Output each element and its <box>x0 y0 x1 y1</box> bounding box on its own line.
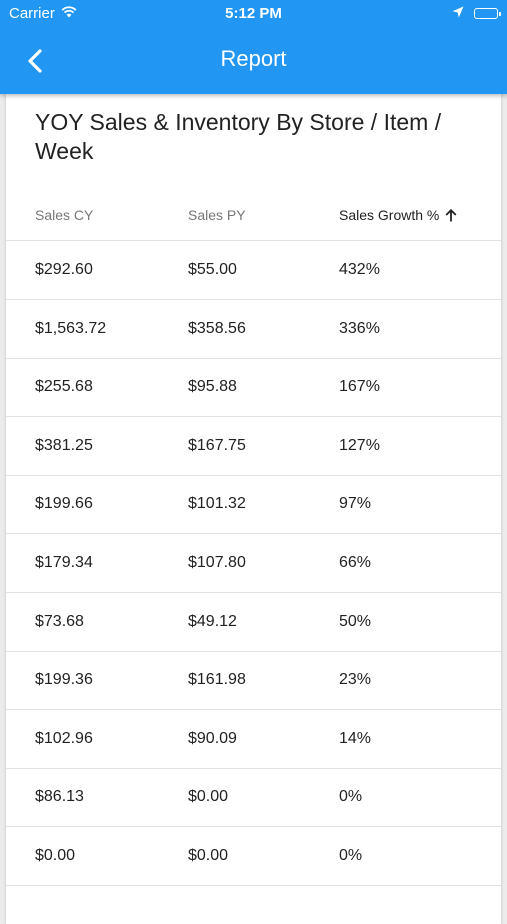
cell-sales-py: $358.56 <box>188 319 246 337</box>
status-bar: Carrier 5:12 PM <box>0 0 507 28</box>
table-header: Sales CY Sales PY Sales Growth % <box>6 190 501 241</box>
table-row[interactable]: $255.68 $95.88 167% <box>6 358 501 418</box>
cell-sales-cy: $292.60 <box>35 261 93 278</box>
cell-sales-growth: 432% <box>339 261 380 278</box>
cell-sales-growth: 50% <box>339 612 372 630</box>
status-time: 5:12 PM <box>225 5 282 22</box>
table-row[interactable]: $179.34 $107.80 66% <box>6 534 501 593</box>
column-header-sales-cy[interactable]: Sales CY <box>35 190 93 240</box>
cell-sales-cy: $255.68 <box>35 378 93 396</box>
table-row[interactable]: $102.96 $90.09 14% <box>6 710 501 769</box>
cell-sales-py: $161.98 <box>188 671 246 689</box>
table-row[interactable]: $292.60 $55.00 432% <box>6 241 501 300</box>
report-card: YOY Sales & Inventory By Store / Item / … <box>6 94 501 924</box>
table-row[interactable]: $199.66 $101.32 97% <box>6 475 501 535</box>
sort-arrow-up-icon <box>445 208 457 221</box>
cell-sales-growth: 97% <box>339 495 372 513</box>
table-row[interactable]: $73.68 $49.12 50% <box>6 593 501 652</box>
column-header-sales-py[interactable]: Sales PY <box>188 190 246 240</box>
cell-sales-growth: 336% <box>339 319 380 337</box>
cell-sales-growth: 127% <box>339 436 380 454</box>
cell-sales-py: $95.88 <box>188 378 237 396</box>
table-row[interactable]: $1,563.72 $358.56 336% <box>6 300 501 359</box>
cell-sales-cy: $73.68 <box>35 612 84 630</box>
cell-sales-cy: $381.25 <box>35 436 93 454</box>
table-row[interactable]: $381.25 $167.75 127% <box>6 417 501 476</box>
location-arrow-icon <box>452 5 464 22</box>
battery-icon <box>474 8 501 19</box>
app-bar: Carrier 5:12 PM Report <box>0 0 507 94</box>
cell-sales-growth: 0% <box>339 847 363 864</box>
table-row[interactable]: $86.13 $0.00 0% <box>6 768 501 828</box>
cell-sales-growth: 23% <box>339 671 372 689</box>
cell-sales-py: $0.00 <box>188 847 229 864</box>
cell-sales-cy: $199.36 <box>35 671 93 689</box>
table-row[interactable]: $0.00 $0.00 0% <box>6 827 501 886</box>
column-header-sales-growth[interactable]: Sales Growth % <box>339 190 457 240</box>
page-title: Report <box>220 46 287 71</box>
cell-sales-cy: $102.96 <box>35 729 93 747</box>
cell-sales-cy: $199.66 <box>35 495 93 513</box>
cell-sales-cy: $86.13 <box>35 788 84 806</box>
cell-sales-growth: 14% <box>339 729 372 747</box>
cell-sales-py: $167.75 <box>188 436 246 454</box>
cell-sales-cy: $0.00 <box>35 847 76 864</box>
cell-sales-py: $49.12 <box>188 612 237 630</box>
cell-sales-py: $101.32 <box>188 495 246 513</box>
table-row[interactable]: $199.36 $161.98 23% <box>6 651 501 711</box>
cell-sales-py: $90.09 <box>188 729 237 747</box>
column-header-label: Sales Growth % <box>339 207 440 223</box>
cell-sales-cy: $179.34 <box>35 554 93 571</box>
cell-sales-growth: 0% <box>339 788 363 806</box>
cell-sales-py: $107.80 <box>188 554 246 571</box>
report-title: YOY Sales & Inventory By Store / Item / … <box>35 109 442 164</box>
cell-sales-growth: 167% <box>339 378 380 396</box>
cell-sales-py: $0.00 <box>188 788 229 806</box>
cell-sales-py: $55.00 <box>188 261 237 278</box>
cell-sales-growth: 66% <box>339 554 372 571</box>
cell-sales-cy: $1,563.72 <box>35 319 107 337</box>
